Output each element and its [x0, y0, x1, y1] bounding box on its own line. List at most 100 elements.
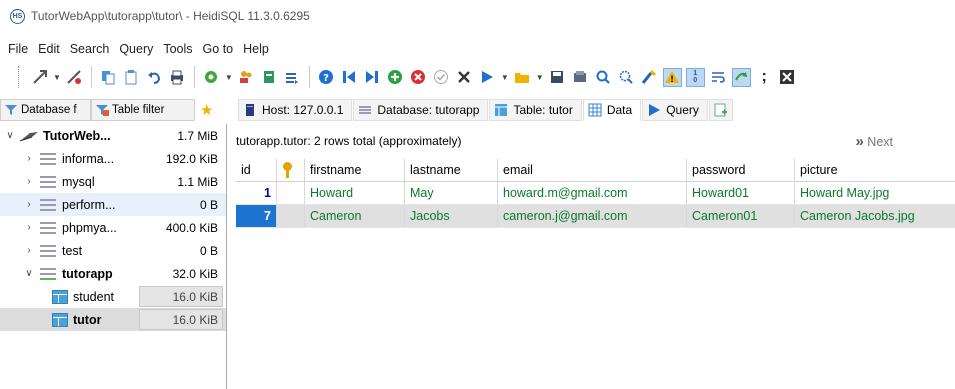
help-icon[interactable]: ? — [317, 68, 336, 87]
tab-table-label: Table: tutor — [513, 103, 573, 117]
execute-dropdown-icon[interactable]: ▼ — [501, 73, 509, 82]
find-text-icon[interactable] — [594, 68, 613, 87]
cell-firstname[interactable]: Cameron — [305, 205, 405, 227]
table-icon — [495, 104, 508, 116]
chevron-right-icon[interactable]: › — [22, 222, 36, 233]
tab-database[interactable]: Database: tutorapp — [353, 99, 489, 121]
database-icon — [40, 221, 56, 234]
maintenance-icon[interactable] — [283, 68, 302, 87]
close-tab-icon[interactable] — [778, 68, 797, 87]
menu-query[interactable]: Query — [119, 42, 153, 56]
tab-table[interactable]: Table: tutor — [489, 99, 582, 121]
save-snippet-icon[interactable] — [571, 68, 590, 87]
refresh-dropdown-icon[interactable]: ▼ — [225, 73, 233, 82]
window-title: TutorWebApp\tutorapp\tutor\ - HeidiSQL 1… — [31, 9, 310, 23]
table-filter-icon — [96, 105, 109, 116]
menu-bar: File Edit Search Query Tools Go to Help — [0, 40, 279, 58]
semicolon-icon[interactable]: ; — [755, 68, 774, 87]
next-button-label: Next — [867, 135, 893, 149]
column-header-id[interactable]: id — [236, 159, 277, 181]
database-filter-icon — [5, 105, 17, 115]
disconnect-icon[interactable] — [65, 68, 84, 87]
next-button[interactable]: » Next — [855, 133, 893, 150]
tree-item-session[interactable]: ∨ TutorWeb... 1.7 MiB — [0, 124, 226, 147]
chevron-right-icon[interactable]: › — [22, 199, 36, 210]
tree-item-db[interactable]: › informa... 192.0 KiB — [0, 147, 226, 170]
insert-record-icon[interactable] — [386, 68, 405, 87]
tree-item-db[interactable]: › test 0 B — [0, 239, 226, 262]
tab-new-query[interactable] — [708, 99, 733, 121]
menu-search[interactable]: Search — [70, 42, 110, 56]
tree-item-db[interactable]: ∨ tutorapp 32.0 KiB — [0, 262, 226, 285]
connect-icon[interactable] — [30, 68, 49, 87]
toolbar-grip[interactable] — [18, 66, 20, 88]
cell-picture[interactable]: Cameron Jacobs.jpg — [795, 205, 955, 227]
export-icon[interactable] — [260, 68, 279, 87]
chevron-down-icon[interactable]: ∨ — [3, 130, 17, 141]
column-header-email[interactable]: email — [498, 159, 687, 181]
column-header-firstname[interactable]: firstname — [305, 159, 405, 181]
tab-host[interactable]: Host: 127.0.0.1 — [238, 99, 353, 121]
cell-id[interactable]: 1 — [236, 182, 277, 204]
binary-mode-icon[interactable]: 10 — [685, 67, 705, 87]
menu-edit[interactable]: Edit — [38, 42, 60, 56]
user-manager-icon[interactable] — [237, 68, 256, 87]
chevron-right-icon[interactable]: › — [22, 245, 36, 256]
tree-item-size: 1.7 MiB — [177, 128, 218, 143]
last-record-icon[interactable] — [363, 68, 382, 87]
execute-sql-icon[interactable] — [478, 68, 497, 87]
chevron-right-icon[interactable]: › — [22, 153, 36, 164]
column-header-lastname[interactable]: lastname — [405, 159, 498, 181]
cell-email[interactable]: cameron.j@gmail.com — [498, 205, 687, 227]
tab-table-filter[interactable]: Table filter — [91, 99, 195, 121]
paste-icon[interactable] — [122, 68, 141, 87]
autorefresh-icon[interactable] — [731, 67, 751, 87]
column-header-password[interactable]: password — [687, 159, 795, 181]
refresh-icon[interactable] — [202, 68, 221, 87]
copy-icon[interactable] — [99, 68, 118, 87]
tree-item-db[interactable]: › perform... 0 B — [0, 193, 226, 216]
tree-item-db[interactable]: › mysql 1.1 MiB — [0, 170, 226, 193]
connect-dropdown-icon[interactable]: ▼ — [53, 73, 61, 82]
reformat-sql-icon[interactable] — [640, 68, 659, 87]
menu-tools[interactable]: Tools — [163, 42, 192, 56]
tree-item-size: 32.0 KiB — [172, 266, 218, 281]
chevron-down-icon[interactable]: ∨ — [22, 268, 36, 279]
save-sql-icon[interactable] — [548, 68, 567, 87]
table-row[interactable]: 7 Cameron Jacobs cameron.j@gmail.com Cam… — [236, 205, 955, 228]
main-tabs: Host: 127.0.0.1 Database: tutorapp Table… — [238, 98, 734, 122]
tree-item-db[interactable]: › phpmya... 400.0 KiB — [0, 216, 226, 239]
cell-password[interactable]: Howard01 — [687, 182, 795, 204]
tab-database-filter[interactable]: Database f — [0, 99, 91, 121]
cell-email[interactable]: howard.m@gmail.com — [498, 182, 687, 204]
cell-picture[interactable]: Howard May.jpg — [795, 182, 955, 204]
cell-firstname[interactable]: Howard — [305, 182, 405, 204]
load-sql-icon[interactable] — [513, 68, 532, 87]
cell-lastname[interactable]: Jacobs — [405, 205, 498, 227]
tab-query[interactable]: Query — [642, 99, 708, 121]
tab-data[interactable]: Data — [582, 99, 642, 121]
chevron-right-icon[interactable]: › — [22, 176, 36, 187]
tree-item-table[interactable]: student 16.0 KiB — [0, 285, 226, 308]
grid-header: id firstname lastname email password pic… — [236, 159, 955, 182]
menu-file[interactable]: File — [8, 42, 28, 56]
print-icon[interactable] — [168, 68, 187, 87]
table-row[interactable]: 1 Howard May howard.m@gmail.com Howard01… — [236, 182, 955, 205]
cell-password[interactable]: Cameron01 — [687, 205, 795, 227]
find-again-icon[interactable] — [617, 68, 636, 87]
cancel-edit-icon[interactable] — [455, 68, 474, 87]
cell-lastname[interactable]: May — [405, 182, 498, 204]
first-record-icon[interactable] — [340, 68, 359, 87]
delete-record-icon[interactable] — [409, 68, 428, 87]
load-dropdown-icon[interactable]: ▼ — [536, 73, 544, 82]
menu-goto[interactable]: Go to — [203, 42, 234, 56]
wrap-lines-icon[interactable] — [709, 68, 728, 87]
post-record-icon[interactable] — [432, 68, 451, 87]
warnings-icon[interactable]: ! — [662, 67, 682, 87]
column-header-picture[interactable]: picture — [795, 159, 955, 181]
cell-id[interactable]: 7 — [236, 205, 277, 227]
undo-icon[interactable] — [145, 68, 164, 87]
menu-help[interactable]: Help — [243, 42, 269, 56]
favorites-star-icon[interactable]: ★ — [200, 101, 213, 119]
tree-item-table[interactable]: tutor 16.0 KiB — [0, 308, 226, 331]
